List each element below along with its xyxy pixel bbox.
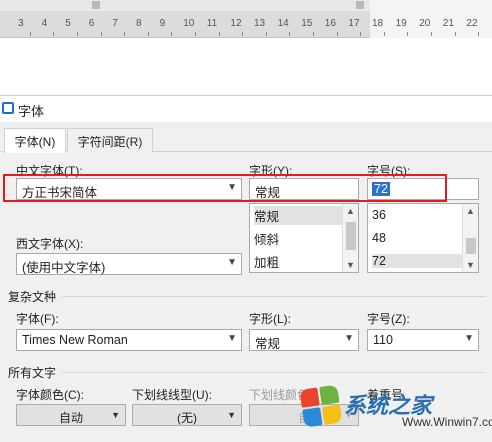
ruler-margin-marker[interactable] <box>92 1 100 9</box>
windows-logo-icon <box>299 384 344 429</box>
divider <box>62 296 486 297</box>
ruler-number: 14 <box>277 18 289 29</box>
scrollbar-thumb[interactable] <box>346 222 356 250</box>
ruler-tick <box>265 32 267 36</box>
ruler-tick <box>431 32 432 36</box>
divider <box>62 372 486 373</box>
chevron-down-icon: ▼ <box>227 257 237 268</box>
underline-style-label: 下划线线型(U): <box>132 388 212 402</box>
ruler-number: 21 <box>442 18 454 29</box>
ruler-indent-marker[interactable] <box>356 1 364 9</box>
ruler-number: 17 <box>348 18 360 29</box>
scrollbar-thumb[interactable] <box>466 238 476 254</box>
ruler: 3 4 5 6 7 8 9 10 11 12 13 14 15 16 17 18 19 20 21 22 <box>0 0 492 38</box>
complex-style-label: 字形(L): <box>249 312 292 326</box>
style-option-regular[interactable]: 常规 <box>254 206 342 225</box>
ruler-tick <box>29 32 31 36</box>
chevron-down-icon: ▼ <box>344 333 354 344</box>
size-option-48[interactable]: 48 <box>372 231 386 245</box>
ruler-number: 10 <box>183 18 195 29</box>
ruler-tick <box>478 32 480 36</box>
ruler-tick <box>100 32 102 36</box>
font-color-dropdown[interactable]: 自动 ▼ <box>16 404 126 426</box>
scroll-down-icon[interactable]: ▼ <box>466 260 475 270</box>
ruler-tick <box>77 32 78 36</box>
tab-font[interactable]: 字体(N) <box>4 128 66 153</box>
ruler-number: 18 <box>372 18 384 29</box>
style-option-bold[interactable]: 加粗 <box>254 252 279 271</box>
underline-style-dropdown[interactable]: (无) ▼ <box>132 404 242 426</box>
chevron-down-icon: ▼ <box>464 333 474 344</box>
font-color-label: 字体颜色(C): <box>16 388 84 402</box>
ruler-number: 20 <box>419 18 431 29</box>
dialog-titlebar: 字体 <box>0 96 492 122</box>
complex-font-select[interactable]: Times New Roman ▼ <box>16 329 242 351</box>
ruler-number: 16 <box>324 18 336 29</box>
all-text-section-title: 所有文字 <box>8 366 57 380</box>
size-list-scrollbar[interactable]: ▲ ▼ <box>462 204 478 272</box>
size-list[interactable]: 36 48 72 ▲ ▼ <box>367 203 479 273</box>
complex-size-label: 字号(Z): <box>367 312 410 326</box>
font-color-value: 自动 <box>58 411 83 425</box>
scroll-up-icon[interactable]: ▲ <box>466 206 475 216</box>
ruler-number: 9 <box>159 18 166 29</box>
dialog-title: 字体 <box>18 104 45 119</box>
watermark-url: Www.Winwin7.com <box>402 415 492 429</box>
ruler-numbers: 3 4 5 6 7 8 9 10 11 12 13 14 15 16 17 18 19 20 21 22 <box>0 18 492 36</box>
ruler-tick <box>147 32 149 36</box>
ruler-tick <box>195 32 196 36</box>
style-list-scrollbar[interactable]: ▲ ▼ <box>342 204 358 272</box>
underline-style-value: (无) <box>177 411 197 425</box>
watermark: 系统之家 Www.Winwin7.com <box>299 382 492 442</box>
complex-size-value: 110 <box>373 333 393 347</box>
ruler-tick <box>124 32 126 36</box>
scroll-down-icon[interactable]: ▼ <box>346 260 355 270</box>
ruler-number: 19 <box>395 18 407 29</box>
ruler-tick <box>454 32 456 36</box>
style-option-italic[interactable]: 倾斜 <box>254 229 279 248</box>
chevron-down-icon: ▼ <box>227 333 237 344</box>
ruler-number: 22 <box>466 18 478 29</box>
complex-style-select[interactable]: 常规 ▼ <box>249 329 359 351</box>
size-option-72[interactable]: 72 <box>372 254 462 268</box>
ruler-number: 8 <box>136 18 142 29</box>
ruler-tick <box>383 32 385 36</box>
document-area <box>0 38 492 95</box>
complex-font-label: 字体(F): <box>16 312 59 326</box>
app-icon <box>2 102 14 114</box>
ruler-tick <box>336 32 338 36</box>
scroll-up-icon[interactable]: ▲ <box>346 206 355 216</box>
ruler-tick <box>171 32 173 36</box>
ruler-number: 3 <box>18 18 24 29</box>
tab-character-spacing[interactable]: 字符间距(R) <box>67 128 153 152</box>
tab-bar: 字体(N) 字符间距(R) <box>0 128 492 153</box>
ruler-tick <box>360 32 362 36</box>
western-font-select[interactable]: (使用中文字体) ▼ <box>16 253 242 275</box>
complex-style-value: 常规 <box>255 337 281 351</box>
ruler-tick <box>313 32 314 36</box>
caret-down-icon: ▼ <box>111 410 120 420</box>
ruler-number: 15 <box>301 18 313 29</box>
size-option-36[interactable]: 36 <box>372 208 386 222</box>
ruler-number: 6 <box>88 18 95 29</box>
ruler-number: 12 <box>230 18 242 29</box>
ruler-tick <box>407 32 409 36</box>
ruler-number: 7 <box>112 18 118 29</box>
ruler-tick <box>289 32 291 36</box>
ruler-number: 13 <box>254 18 266 29</box>
complex-font-value: Times New Roman <box>22 333 128 347</box>
ruler-number: 4 <box>41 18 48 29</box>
western-font-value: (使用中文字体) <box>22 261 106 275</box>
ruler-tick <box>218 32 220 36</box>
ruler-number: 5 <box>65 18 71 29</box>
complex-size-select[interactable]: 110 ▼ <box>367 329 479 351</box>
highlight-box <box>3 174 447 202</box>
western-font-label: 西文字体(X): <box>16 237 84 251</box>
caret-down-icon: ▼ <box>227 410 236 420</box>
complex-section-title: 复杂文种 <box>8 290 57 304</box>
style-list[interactable]: 常规 倾斜 加粗 ▲ ▼ <box>249 203 359 273</box>
ruler-tick <box>53 32 55 36</box>
ruler-tick <box>242 32 244 36</box>
ruler-number: 11 <box>206 18 218 29</box>
